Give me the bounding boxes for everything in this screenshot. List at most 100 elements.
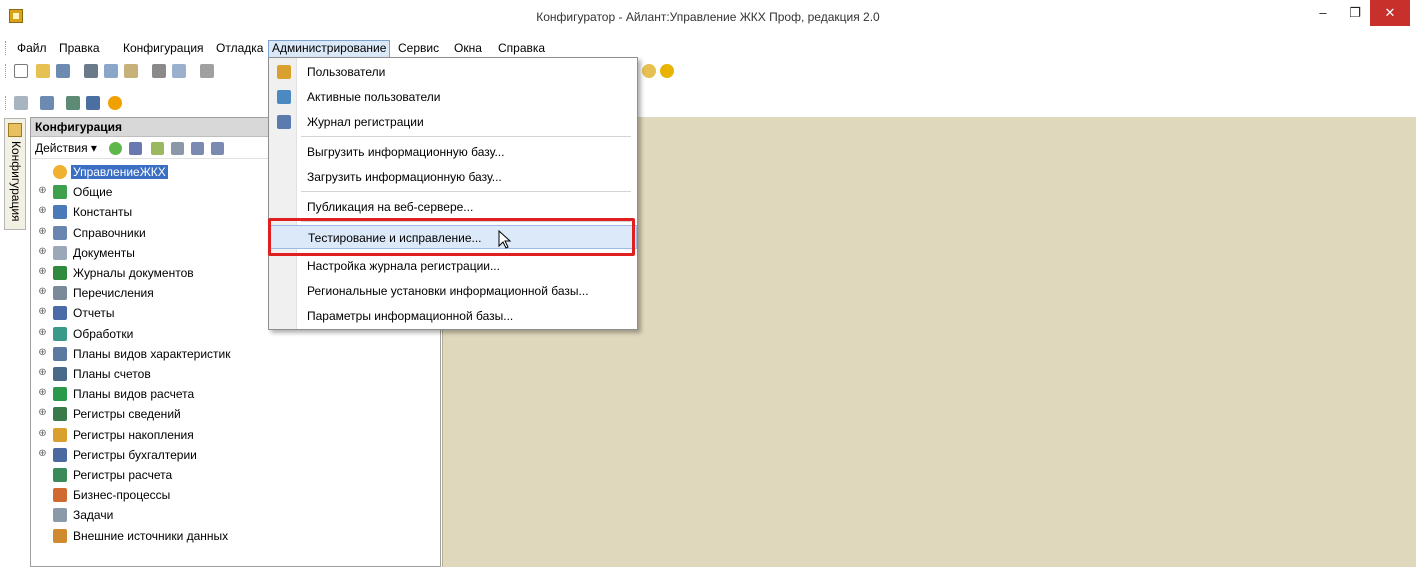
- admin-menu-item-label: Региональные установки информационной ба…: [307, 284, 589, 298]
- tree-expander-icon[interactable]: ⊕: [37, 408, 48, 419]
- copy-icon[interactable]: [104, 64, 118, 78]
- tree-expander-icon[interactable]: [37, 166, 48, 177]
- admin-menu-item[interactable]: Параметры информационной базы...: [269, 304, 637, 328]
- tree-expander-icon[interactable]: ⊕: [37, 388, 48, 399]
- save-icon[interactable]: [56, 64, 70, 78]
- tree-expander-icon[interactable]: [37, 489, 48, 500]
- tree-expander-icon[interactable]: ⊕: [37, 368, 48, 379]
- tree-expander-icon[interactable]: ⊕: [37, 448, 48, 460]
- admin-menu-item[interactable]: Активные пользователи: [269, 85, 637, 109]
- tree-item-icon: [53, 427, 67, 442]
- menu-configuration[interactable]: Конфигурация: [120, 40, 207, 58]
- tree-expander-icon[interactable]: ⊕: [37, 186, 48, 197]
- admin-menu-item[interactable]: Региональные установки информационной ба…: [269, 279, 637, 303]
- search-icon[interactable]: [642, 64, 656, 78]
- paste-icon[interactable]: [124, 64, 138, 78]
- tree-item-icon: [53, 528, 67, 543]
- run-debug-icon[interactable]: [108, 96, 122, 110]
- tree-expander-icon[interactable]: ⊕: [37, 226, 48, 238]
- tree-expander-icon[interactable]: ⊕: [37, 347, 48, 359]
- admin-menu-item[interactable]: Настройка журнала регистрации...: [269, 254, 637, 278]
- tree-item-icon: [53, 508, 67, 523]
- tree-item[interactable]: ⊕ Регистры сведений: [31, 404, 440, 424]
- cut-icon[interactable]: [84, 64, 98, 78]
- tree-item-icon: [53, 488, 67, 503]
- open-file-icon[interactable]: [36, 64, 50, 78]
- info-icon[interactable]: [660, 64, 674, 78]
- tree-expander-icon[interactable]: ⊕: [37, 206, 48, 217]
- mouse-cursor-icon: [498, 230, 512, 249]
- tree-item-icon: [53, 225, 67, 240]
- delete-icon[interactable]: [171, 142, 184, 155]
- menu-service[interactable]: Сервис: [395, 40, 442, 58]
- menu-help[interactable]: Справка: [495, 40, 548, 58]
- tree-item[interactable]: ⊕ Планы видов расчета: [31, 384, 440, 404]
- tree-item-label: Журналы документов: [73, 266, 194, 280]
- administration-menu: Пользователи Активные пользователи Журнал …: [268, 57, 638, 330]
- config-window-icon[interactable]: [14, 96, 28, 110]
- tree-item[interactable]: Задачи: [31, 505, 440, 525]
- tree-expander-icon[interactable]: [37, 509, 48, 520]
- preview-icon[interactable]: [172, 64, 186, 78]
- copy-item-icon[interactable]: [151, 142, 164, 155]
- tree-expander-icon[interactable]: ⊕: [37, 246, 48, 258]
- tree-item[interactable]: Бизнес-процессы: [31, 485, 440, 505]
- menu-windows[interactable]: Окна: [451, 40, 485, 58]
- config-compare-icon[interactable]: [40, 96, 54, 110]
- tree-expander-icon[interactable]: ⊕: [37, 287, 48, 298]
- tree-item[interactable]: ⊕ Планы счетов: [31, 364, 440, 384]
- table-icon[interactable]: [86, 96, 100, 110]
- admin-menu-item[interactable]: Журнал регистрации: [269, 110, 637, 134]
- tree-expander-icon[interactable]: ⊕: [37, 307, 48, 318]
- database-icon[interactable]: [66, 96, 80, 110]
- print-icon[interactable]: [152, 64, 166, 78]
- tree-item-label: Общие: [73, 185, 113, 200]
- tree-expander-icon[interactable]: ⊕: [37, 267, 48, 278]
- admin-menu-item[interactable]: Выгрузить информационную базу...: [269, 140, 637, 164]
- tree-item-icon: [53, 447, 67, 462]
- log-icon: [277, 115, 291, 129]
- minimize-button[interactable]: –: [1306, 0, 1340, 26]
- admin-menu-item[interactable]: Пользователи: [269, 60, 637, 84]
- tree-expander-icon[interactable]: ⊕: [37, 327, 48, 339]
- admin-menu-item-label: Загрузить информационную базу...: [307, 170, 502, 184]
- move-down-icon[interactable]: [211, 142, 224, 155]
- tree-item-label: Внешние источники данных: [73, 528, 229, 543]
- menu-separator: [301, 136, 631, 137]
- actions-dropdown[interactable]: Действия ▾: [35, 141, 97, 155]
- admin-menu-item[interactable]: Загрузить информационную базу...: [269, 165, 637, 189]
- admin-menu-item[interactable]: Публикация на веб-сервере...: [269, 195, 637, 219]
- close-button[interactable]: ✕: [1370, 0, 1410, 26]
- admin-menu-item-label: Активные пользователи: [307, 90, 441, 104]
- tab-configuration-vertical[interactable]: Конфигурация: [4, 118, 26, 230]
- tree-item[interactable]: ⊕ Регистры бухгалтерии: [31, 445, 440, 465]
- move-up-icon[interactable]: [191, 142, 204, 155]
- tree-expander-icon[interactable]: [37, 530, 48, 541]
- tree-item-label: Константы: [73, 205, 133, 220]
- tree-item-icon: [53, 326, 67, 341]
- edit-icon[interactable]: [129, 142, 142, 155]
- tree-expander-icon[interactable]: [37, 469, 48, 480]
- add-icon[interactable]: [109, 142, 122, 155]
- maximize-button[interactable]: ❐: [1338, 0, 1372, 26]
- tree-item[interactable]: ⊕ Регистры накопления: [31, 425, 440, 445]
- tree-item-label: Регистры накопления: [73, 427, 194, 442]
- menu-file[interactable]: Файл: [14, 40, 50, 58]
- tree-item-icon: [53, 266, 67, 280]
- tree-item[interactable]: Регистры расчета: [31, 465, 440, 485]
- tree-item-label: Регистры сведений: [73, 407, 181, 422]
- menu-administration[interactable]: Администрирование: [268, 40, 391, 58]
- toolbar-grip: [5, 96, 7, 110]
- tree-item[interactable]: ⊕ Планы видов характеристик: [31, 344, 440, 364]
- active-users-icon: [277, 90, 291, 104]
- menu-debug[interactable]: Отладка: [213, 40, 266, 58]
- tree-item-label: Планы видов расчета: [73, 387, 195, 402]
- tree-item-label: Бизнес-процессы: [73, 488, 171, 503]
- admin-menu-item-label: Выгрузить информационную базу...: [307, 145, 505, 159]
- tree-expander-icon[interactable]: ⊕: [37, 428, 48, 440]
- menu-edit[interactable]: Правка: [56, 40, 103, 58]
- new-file-icon[interactable]: [14, 64, 28, 78]
- tree-item-label: УправлениеЖКХ: [71, 165, 168, 179]
- undo-icon[interactable]: [200, 64, 214, 78]
- tree-item[interactable]: Внешние источники данных: [31, 526, 440, 546]
